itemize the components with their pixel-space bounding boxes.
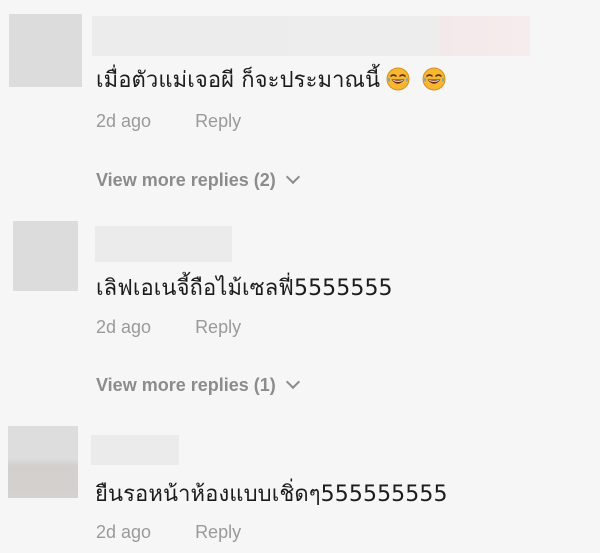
comment-meta: 2d ago Reply <box>96 522 241 543</box>
comment-timestamp: 2d ago <box>96 111 152 131</box>
username-redacted[interactable] <box>95 226 232 262</box>
reply-button[interactable]: Reply <box>195 111 241 131</box>
comment-timestamp: 2d ago <box>96 522 152 542</box>
view-more-replies-button[interactable]: View more replies (2) <box>96 169 300 191</box>
avatar[interactable] <box>9 14 82 87</box>
comment-text: เลิฟเอเนจี้ถือไม้เซลฟี่5555555 <box>96 276 393 301</box>
tears-of-joy-icon <box>422 67 446 91</box>
tears-of-joy-icon <box>386 67 410 91</box>
view-more-replies-label: View more replies (2) <box>96 170 276 190</box>
comment-text: เมื่อตัวแม่เจอผี ก็จะประมาณนี้ <box>96 62 446 97</box>
chevron-down-icon <box>285 374 300 390</box>
comment-item: เมื่อตัวแม่เจอผี ก็จะประมาณนี้ 2d ago Rep… <box>0 0 600 200</box>
reply-button[interactable]: Reply <box>195 522 241 542</box>
comment-text: ยืนรอหน้าห้องแบบเชิ่ดๆ555555555 <box>95 482 448 507</box>
view-more-replies-button[interactable]: View more replies (1) <box>96 374 300 396</box>
username-redacted[interactable] <box>92 16 530 56</box>
reply-button[interactable]: Reply <box>195 317 241 337</box>
comment-timestamp: 2d ago <box>96 317 152 337</box>
avatar[interactable] <box>13 221 78 291</box>
chevron-down-icon <box>285 169 300 185</box>
comment-meta: 2d ago Reply <box>96 111 241 132</box>
avatar[interactable] <box>8 426 78 498</box>
view-more-replies-label: View more replies (1) <box>96 375 276 395</box>
comment-meta: 2d ago Reply <box>96 317 241 338</box>
username-redacted[interactable] <box>91 435 179 465</box>
